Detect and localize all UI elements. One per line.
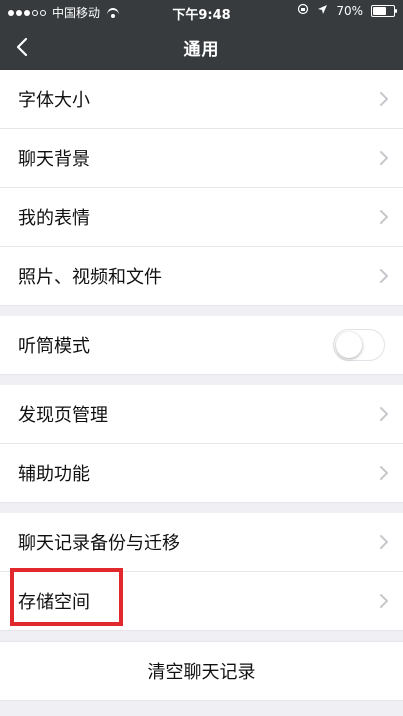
- row-label: 存储空间: [18, 592, 90, 613]
- settings-row-my-stickers[interactable]: 我的表情: [0, 188, 403, 247]
- chevron-left-icon: [16, 37, 28, 57]
- row-label: 聊天记录备份与迁移: [18, 533, 180, 554]
- chevron-right-icon: [379, 150, 389, 166]
- section-storage: 聊天记录备份与迁移 存储空间: [0, 513, 403, 631]
- orientation-lock-icon: [297, 3, 309, 18]
- settings-row-storage-space[interactable]: 存储空间: [0, 572, 403, 631]
- earpiece-mode-toggle[interactable]: [333, 329, 385, 361]
- section-gap: [0, 503, 403, 513]
- status-right: 70%: [297, 3, 397, 18]
- settings-row-chat-background[interactable]: 聊天背景: [0, 129, 403, 188]
- settings-row-chat-backup[interactable]: 聊天记录备份与迁移: [0, 513, 403, 572]
- settings-row-photos-videos-files[interactable]: 照片、视频和文件: [0, 247, 403, 306]
- battery-percent: 70%: [336, 3, 363, 18]
- chevron-right-icon: [379, 209, 389, 225]
- section-gap: [0, 631, 403, 641]
- settings-row-font-size[interactable]: 字体大小: [0, 70, 403, 129]
- row-label: 照片、视频和文件: [18, 267, 162, 288]
- settings-list: 字体大小 聊天背景 我的表情 照片、视频和文件 听筒模式 发现页管理 辅助功能 …: [0, 70, 403, 716]
- page-title: 通用: [183, 39, 220, 60]
- chevron-right-icon: [379, 406, 389, 422]
- back-button[interactable]: [16, 24, 48, 70]
- row-label: 我的表情: [18, 208, 90, 229]
- section-gap: [0, 306, 403, 316]
- toggle-knob: [336, 332, 362, 358]
- section-discover: 发现页管理 辅助功能: [0, 385, 403, 503]
- row-label: 聊天背景: [18, 149, 90, 170]
- row-label: 字体大小: [18, 90, 90, 111]
- chevron-right-icon: [379, 268, 389, 284]
- clear-chat-label: 清空聊天记录: [147, 662, 256, 683]
- settings-row-accessibility[interactable]: 辅助功能: [0, 444, 403, 503]
- location-arrow-icon: [317, 4, 328, 18]
- row-label: 发现页管理: [18, 405, 108, 426]
- settings-row-earpiece-mode: 听筒模式: [0, 316, 403, 375]
- settings-row-discover-management[interactable]: 发现页管理: [0, 385, 403, 444]
- row-label: 辅助功能: [18, 464, 90, 485]
- row-label: 听筒模式: [18, 336, 90, 357]
- nav-bar: 通用: [0, 24, 403, 70]
- chevron-right-icon: [379, 593, 389, 609]
- status-bar: 中国移动 下午9:48 70%: [0, 0, 403, 24]
- chevron-right-icon: [379, 534, 389, 550]
- section-general: 字体大小 聊天背景 我的表情 照片、视频和文件: [0, 70, 403, 306]
- top-bar: 中国移动 下午9:48 70% 通用: [0, 0, 403, 70]
- chevron-right-icon: [379, 465, 389, 481]
- section-gap: [0, 375, 403, 385]
- section-earpiece: 听筒模式: [0, 316, 403, 375]
- chevron-right-icon: [379, 91, 389, 107]
- battery-icon: [371, 4, 397, 17]
- clear-chat-history-button[interactable]: 清空聊天记录: [0, 641, 403, 701]
